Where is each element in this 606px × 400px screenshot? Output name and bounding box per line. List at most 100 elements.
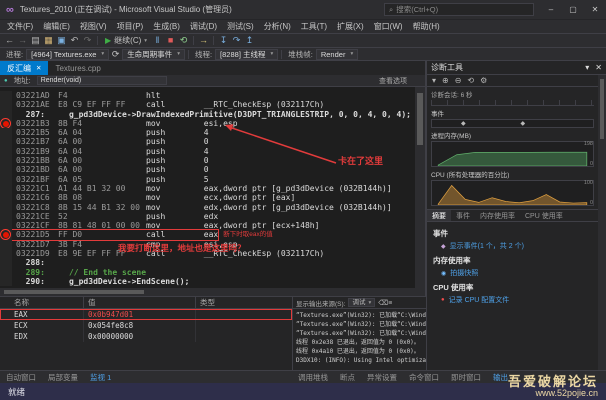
scrollbar-thumb[interactable] xyxy=(417,93,423,145)
output-source-dropdown[interactable]: 调试 ▾ xyxy=(348,298,375,307)
breakpoint-margin[interactable] xyxy=(0,268,12,277)
asm-line[interactable]: 03221B56A 04push 4 xyxy=(0,128,415,137)
diagnostics-tab[interactable]: 内存使用率 xyxy=(475,210,520,221)
breakpoint-margin[interactable] xyxy=(0,91,12,100)
take-snapshot-link[interactable]: ◉ 拍摄快照 xyxy=(441,268,600,278)
new-file-icon[interactable]: ▤ xyxy=(29,34,42,47)
breakpoint-margin[interactable] xyxy=(0,128,12,137)
watch-row[interactable]: ECX0x054fe8c8 xyxy=(0,320,292,331)
scrollbar-thumb[interactable] xyxy=(600,79,604,139)
asm-line[interactable]: 03221BD6A 00push 0 xyxy=(0,165,415,174)
watch-row[interactable]: EAX0x0b947d01 xyxy=(0,309,292,320)
diagnostics-tab[interactable]: 事件 xyxy=(451,210,475,221)
lifecycle-events-dropdown[interactable]: 生命周期事件 ▾ xyxy=(122,49,185,60)
breakpoint-margin[interactable] xyxy=(0,203,12,212)
column-header-value[interactable]: 值 xyxy=(84,297,196,308)
menu-item[interactable]: 扩展(X) xyxy=(332,21,369,32)
tool-window-tab[interactable]: 断点 xyxy=(334,372,361,383)
breakpoint-margin[interactable] xyxy=(0,212,12,221)
close-tab-icon[interactable]: ✕ xyxy=(36,64,41,72)
asm-line[interactable]: 03221C68B 08mov ecx,dword ptr [eax] xyxy=(0,193,415,202)
continue-button[interactable]: ▶继续(C)▾ xyxy=(101,35,151,46)
asm-line[interactable]: 03221ADF4hlt xyxy=(0,91,415,100)
address-input[interactable]: Render(void) xyxy=(37,76,167,85)
cpu-chart[interactable]: 100 0 xyxy=(431,180,594,206)
asm-line[interactable]: 03221CF8B 81 48 01 00 00mov eax,dword pt… xyxy=(0,221,415,230)
minimize-button[interactable]: – xyxy=(540,0,562,19)
diagnostics-scrollbar[interactable] xyxy=(598,75,606,370)
column-header-name[interactable]: 名称 xyxy=(0,297,84,308)
breakpoint-margin[interactable] xyxy=(0,147,12,156)
redo-icon[interactable]: ↷ xyxy=(81,34,94,47)
menu-item[interactable]: 测试(S) xyxy=(222,21,259,32)
open-file-icon[interactable]: ▦ xyxy=(42,34,55,47)
event-mark-icon[interactable]: ◆ xyxy=(461,120,466,129)
viewing-options-toggle[interactable]: 查看选项 xyxy=(379,76,421,86)
tab-disassembly[interactable]: 反汇编 ✕ xyxy=(0,61,48,75)
show-next-statement-icon[interactable]: → xyxy=(197,34,210,47)
asm-line[interactable]: 03221BF6A 05push 5 xyxy=(0,175,415,184)
step-over-icon[interactable]: ↷ xyxy=(230,34,243,47)
panel-close-icon[interactable]: ✕ xyxy=(595,63,602,72)
memory-chart[interactable]: 198 0 xyxy=(431,141,594,167)
break-all-icon[interactable]: ‖ xyxy=(151,34,164,47)
menu-item[interactable]: 项目(P) xyxy=(112,21,149,32)
scrollbar-thumb[interactable] xyxy=(4,290,144,294)
diagnostics-tab[interactable]: 摘要 xyxy=(427,210,451,221)
events-track[interactable]: ◆◆ xyxy=(431,119,594,128)
settings-icon[interactable]: ⚙ xyxy=(480,76,487,85)
clear-all-icon[interactable]: ⌫ xyxy=(378,300,388,307)
tool-window-tab[interactable]: 命令窗口 xyxy=(403,372,445,383)
source-line[interactable]: 287: g_pd3dDevice->DrawIndexedPrimitive(… xyxy=(0,110,415,119)
step-out-icon[interactable]: ↥ xyxy=(243,34,256,47)
breakpoint-margin[interactable] xyxy=(0,240,12,249)
tab-textures-cpp[interactable]: Textures.cpp xyxy=(48,61,107,75)
menu-item[interactable]: 生成(B) xyxy=(148,21,185,32)
menu-item[interactable]: 调试(D) xyxy=(185,21,222,32)
thread-dropdown[interactable]: [8288] 主线程 ▾ xyxy=(215,49,278,60)
breakpoint-margin[interactable] xyxy=(0,119,12,128)
tool-window-tab[interactable]: 自动窗口 xyxy=(0,372,42,383)
close-button[interactable]: ✕ xyxy=(584,0,606,19)
select-tool-icon[interactable]: ▾ xyxy=(432,76,436,85)
zoom-out-icon[interactable]: ⊖ xyxy=(455,76,462,85)
editor-hscrollbar[interactable] xyxy=(0,288,415,296)
breakpoint-margin[interactable] xyxy=(0,156,12,165)
tool-window-tab[interactable]: 局部变量 xyxy=(42,372,84,383)
menu-item[interactable]: 帮助(H) xyxy=(408,21,445,32)
breakpoint-margin[interactable] xyxy=(0,184,12,193)
navigate-back-icon[interactable]: ← xyxy=(3,34,16,47)
refresh-icon[interactable]: ⟳ xyxy=(109,48,122,61)
save-icon[interactable]: ▣ xyxy=(55,34,68,47)
breakpoint-margin[interactable] xyxy=(0,277,12,286)
menu-item[interactable]: 工具(T) xyxy=(296,21,332,32)
breakpoint-margin[interactable] xyxy=(0,230,12,239)
column-header-type[interactable]: 类型 xyxy=(196,297,292,308)
output-log[interactable]: “Textures.exe”(Win32): 已加载“C:\Windows\Sy… xyxy=(293,309,426,367)
asm-line[interactable]: 03221CE52push edx xyxy=(0,212,415,221)
asm-line[interactable]: 03221C1A1 44 B1 32 00mov eax,dword ptr [… xyxy=(0,184,415,193)
stack-frame-dropdown[interactable]: Render ▾ xyxy=(316,49,358,60)
breakpoint-margin[interactable] xyxy=(0,258,12,267)
asm-line[interactable]: 03221B96A 04push 4 xyxy=(0,147,415,156)
tool-window-tab[interactable]: 监视 1 xyxy=(84,372,117,383)
diagnostics-tab[interactable]: CPU 使用率 xyxy=(520,210,568,221)
source-line[interactable]: 288: xyxy=(0,258,415,267)
breakpoint-margin[interactable] xyxy=(0,193,12,202)
tool-window-tab[interactable]: 调用堆栈 xyxy=(292,372,334,383)
reset-view-icon[interactable]: ⟲ xyxy=(467,76,474,85)
breakpoint-margin[interactable] xyxy=(0,100,12,109)
maximize-button[interactable]: ▢ xyxy=(562,0,584,19)
breakpoint-margin[interactable] xyxy=(0,165,12,174)
menu-item[interactable]: 分析(N) xyxy=(259,21,296,32)
window-position-icon[interactable]: ▾ xyxy=(585,63,589,72)
undo-icon[interactable]: ↶ xyxy=(68,34,81,47)
navigate-forward-icon[interactable]: → xyxy=(16,34,29,47)
breakpoint-margin[interactable] xyxy=(0,137,12,146)
menu-item[interactable]: 视图(V) xyxy=(75,21,112,32)
watch-row[interactable]: EDX0x00000000 xyxy=(0,331,292,342)
process-dropdown[interactable]: [4964] Textures.exe ▾ xyxy=(26,49,109,60)
asm-line[interactable]: 03221D5FF D0call eax断下时取eax的值 xyxy=(0,230,415,239)
asm-line[interactable]: 03221AEE8 C9 EF FF FFcall __RTC_CheckEsp… xyxy=(0,100,415,109)
menu-item[interactable]: 窗口(W) xyxy=(369,21,408,32)
